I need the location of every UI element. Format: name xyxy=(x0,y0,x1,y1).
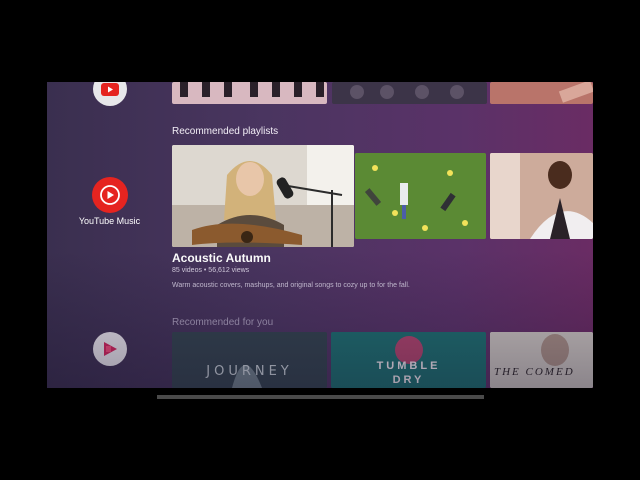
portrait-artwork xyxy=(490,153,593,239)
focused-app-label: YouTube Music xyxy=(78,216,141,226)
section-title-recommended-playlists: Recommended playlists xyxy=(172,126,279,137)
youtube-icon xyxy=(101,82,119,96)
dj-mixer-thumbnail[interactable] xyxy=(332,82,487,104)
acoustic-autumn-artwork xyxy=(172,145,354,247)
journey-thumbnail[interactable]: JOURNEY xyxy=(172,332,327,388)
meadow-playlist-card[interactable] xyxy=(355,153,486,239)
youtube-app-button[interactable] xyxy=(93,82,127,106)
youtube-music-app-button[interactable] xyxy=(92,177,128,213)
comedy-thumbnail[interactable]: THE COMED xyxy=(490,332,593,388)
journey-artwork xyxy=(172,332,327,388)
section-title-recommended-for-you: Recommended for you xyxy=(172,317,274,328)
guitar-thumbnail[interactable] xyxy=(490,82,593,104)
featured-playlist-description: Warm acoustic covers, mashups, and origi… xyxy=(172,282,410,289)
youtube-music-icon xyxy=(100,185,120,205)
comedy-title: THE COMED xyxy=(494,366,575,378)
meadow-artwork xyxy=(355,153,486,239)
guitar-neck xyxy=(558,82,593,103)
tumble-title-line1: TUMBLE xyxy=(376,360,441,372)
top-thumbnail-row xyxy=(172,82,593,104)
tumble-title-line2: DRY xyxy=(392,374,425,386)
portrait-playlist-card[interactable] xyxy=(490,153,593,239)
piano-thumbnail[interactable] xyxy=(172,82,327,104)
screen-bottom-bar xyxy=(157,395,484,399)
play-movies-icon xyxy=(104,342,117,356)
comedy-artwork xyxy=(490,332,593,388)
journey-title: JOURNEY xyxy=(206,364,293,379)
app-rail: YouTube Music xyxy=(47,82,172,388)
featured-playlist-meta: 85 videos • 56,612 views xyxy=(172,267,250,274)
tumble-dry-thumbnail[interactable]: TUMBLE DRY xyxy=(331,332,486,388)
mixer-knobs xyxy=(350,85,464,99)
tv-screen: YouTube Music Recommended playlists Acou… xyxy=(47,82,593,388)
featured-playlist-card[interactable] xyxy=(172,145,354,247)
play-movies-app-button[interactable] xyxy=(93,332,127,366)
featured-playlist-title: Acoustic Autumn xyxy=(172,251,271,265)
